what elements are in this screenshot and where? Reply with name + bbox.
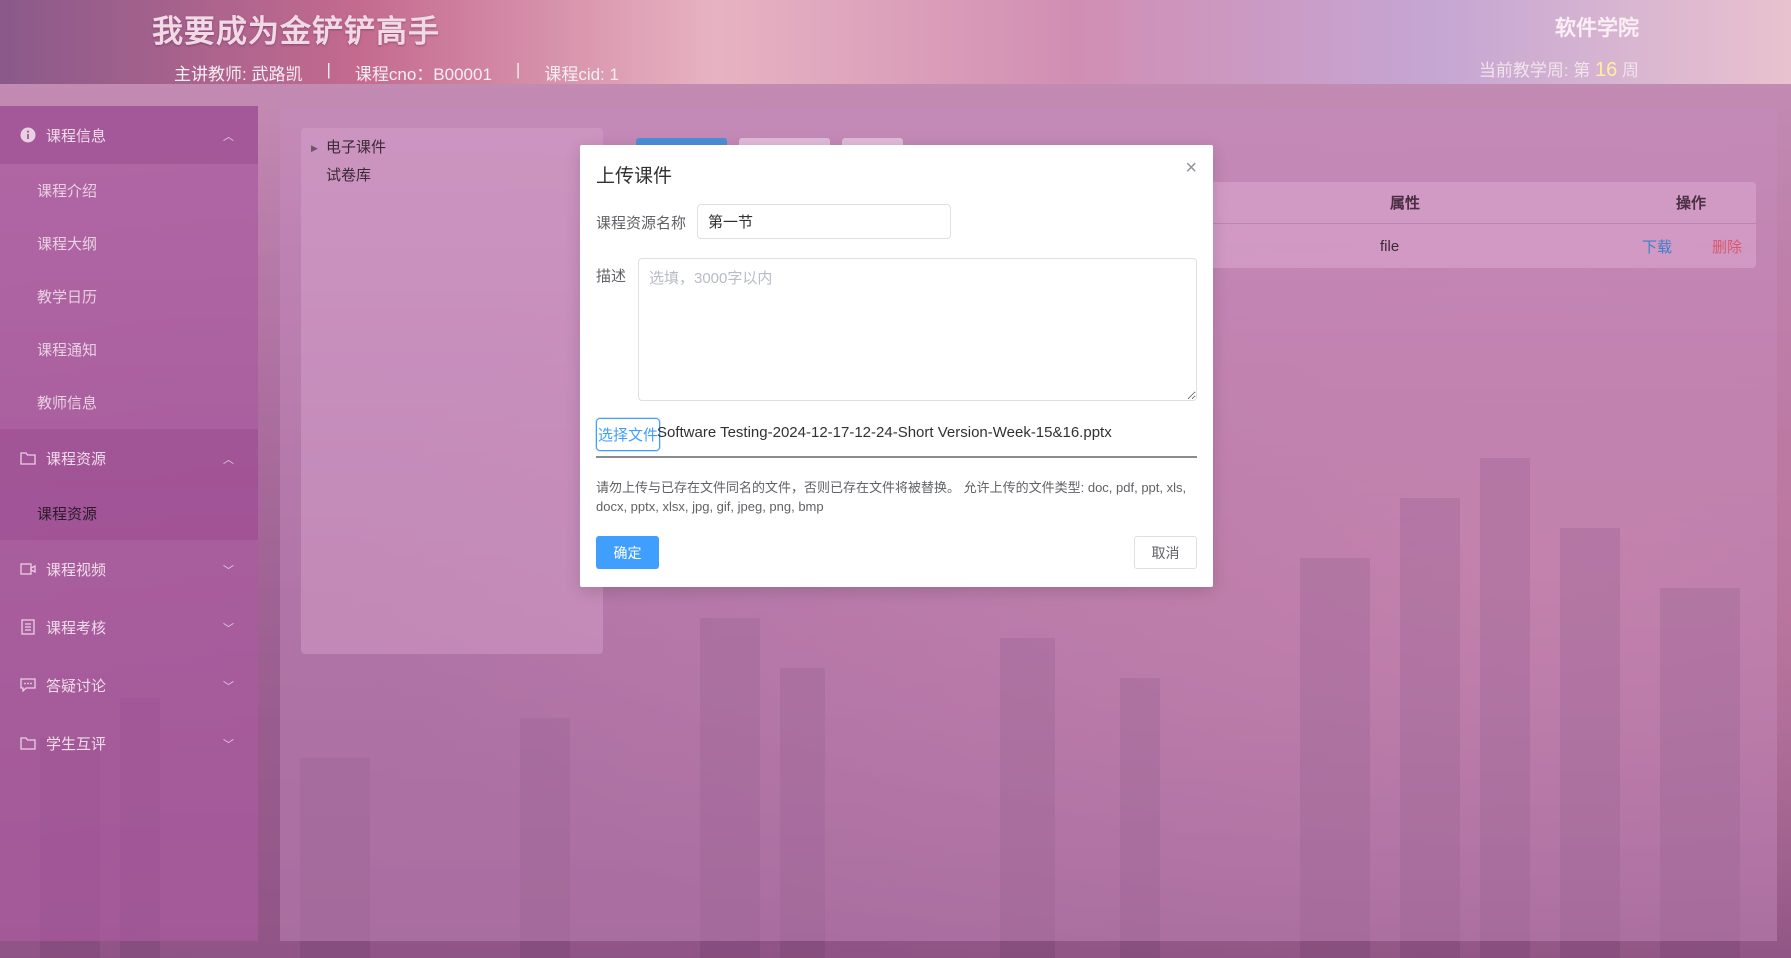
course-cid: 课程cid: 1 xyxy=(544,65,619,84)
dialog-title: 上传课件 xyxy=(596,166,673,187)
school-name: 软件学院 xyxy=(1555,17,1639,40)
chevron-down-icon: ﹀ xyxy=(223,623,234,635)
teaching-week: 当前教学周: 第 16 周 xyxy=(1478,59,1639,81)
description-textarea[interactable] xyxy=(638,258,1197,401)
folder-icon xyxy=(20,450,36,466)
sidebar-item-course-notice[interactable]: 课程通知 xyxy=(0,323,258,376)
separator: | xyxy=(515,60,521,79)
sidebar-group-qa-discussion[interactable]: 答疑讨论 ﹀ xyxy=(0,656,258,714)
resource-name-label: 课程资源名称 xyxy=(596,215,687,232)
confirm-button[interactable]: 确定 xyxy=(596,536,659,569)
close-icon[interactable]: × xyxy=(1185,157,1197,180)
sidebar-group-course-info[interactable]: 课程信息 ︿ xyxy=(0,106,258,164)
site-title: 我要成为金铲铲高手 xyxy=(152,14,440,49)
separator: | xyxy=(326,60,331,79)
upload-tip: 请勿上传与已存在文件同名的文件，否则已存在文件将被替换。 允许上传的文件类型: … xyxy=(596,480,1187,514)
delete-link[interactable]: 删除 xyxy=(1712,236,1742,257)
tree-node-exam-bank[interactable]: 试卷库 xyxy=(301,162,603,190)
sidebar-group-course-resources[interactable]: 课程资源 ︿ xyxy=(0,429,258,487)
sidebar-group-course-video[interactable]: 课程视频 ﹀ xyxy=(0,540,258,598)
info-icon xyxy=(20,127,36,143)
resource-tree: ▶ 电子课件 试卷库 xyxy=(301,128,603,654)
folder-icon xyxy=(20,735,36,751)
chevron-up-icon: ︿ xyxy=(223,454,234,466)
sidebar-item-teacher-info[interactable]: 教师信息 xyxy=(0,376,258,429)
sidebar-group-course-assessment[interactable]: 课程考核 ﹀ xyxy=(0,598,258,656)
column-header-attr: 属性 xyxy=(1390,195,1421,212)
teacher-label: 主讲教师: 武路凯 xyxy=(174,65,303,84)
sidebar-item-teaching-calendar[interactable]: 教学日历 xyxy=(0,270,258,323)
course-cno: 课程cno：B00001 xyxy=(354,65,492,84)
week-number: 16 xyxy=(1595,59,1618,81)
tree-node-courseware[interactable]: ▶ 电子课件 xyxy=(301,134,603,162)
chat-icon xyxy=(20,677,36,693)
choose-file-button[interactable]: 选择文件 xyxy=(596,418,661,451)
column-header-op: 操作 xyxy=(1676,195,1707,212)
selected-file-name: Software Testing-2024-12-17-12-24-Short … xyxy=(657,424,1112,441)
chevron-down-icon: ﹀ xyxy=(223,565,234,577)
sidebar: 课程信息 ︿ 课程介绍 课程大纲 教学日历 课程通知 教师信息 课程资源 ︿ 课… xyxy=(0,106,258,941)
sidebar-group-peer-review[interactable]: 学生互评 ﹀ xyxy=(0,714,258,772)
resource-name-input[interactable] xyxy=(697,204,951,239)
course-meta: 主讲教师: 武路凯 | 课程cno：B00001 | 课程cid: 1 xyxy=(174,60,619,85)
sidebar-item-course-intro[interactable]: 课程介绍 xyxy=(0,164,258,217)
chevron-down-icon: ﹀ xyxy=(223,681,234,693)
top-header: 我要成为金铲铲高手 主讲教师: 武路凯 | 课程cno：B00001 | 课程c… xyxy=(0,0,1791,84)
chevron-up-icon: ︿ xyxy=(223,131,234,143)
document-icon xyxy=(20,619,36,635)
video-icon xyxy=(20,561,36,577)
sidebar-item-course-resources[interactable]: 课程资源 xyxy=(0,487,258,540)
download-link[interactable]: 下载 xyxy=(1642,236,1672,257)
cancel-button[interactable]: 取消 xyxy=(1134,536,1197,569)
upload-dialog: 上传课件 × 课程资源名称 描述 选择文件 Software Testing-2… xyxy=(580,145,1213,587)
chevron-down-icon: ﹀ xyxy=(223,739,234,751)
description-label: 描述 xyxy=(596,268,627,285)
sidebar-item-course-syllabus[interactable]: 课程大纲 xyxy=(0,217,258,270)
cell-attr: file xyxy=(1380,237,1400,255)
caret-right-icon: ▶ xyxy=(311,143,318,153)
file-picker-row: 选择文件 Software Testing-2024-12-17-12-24-S… xyxy=(596,418,1197,458)
